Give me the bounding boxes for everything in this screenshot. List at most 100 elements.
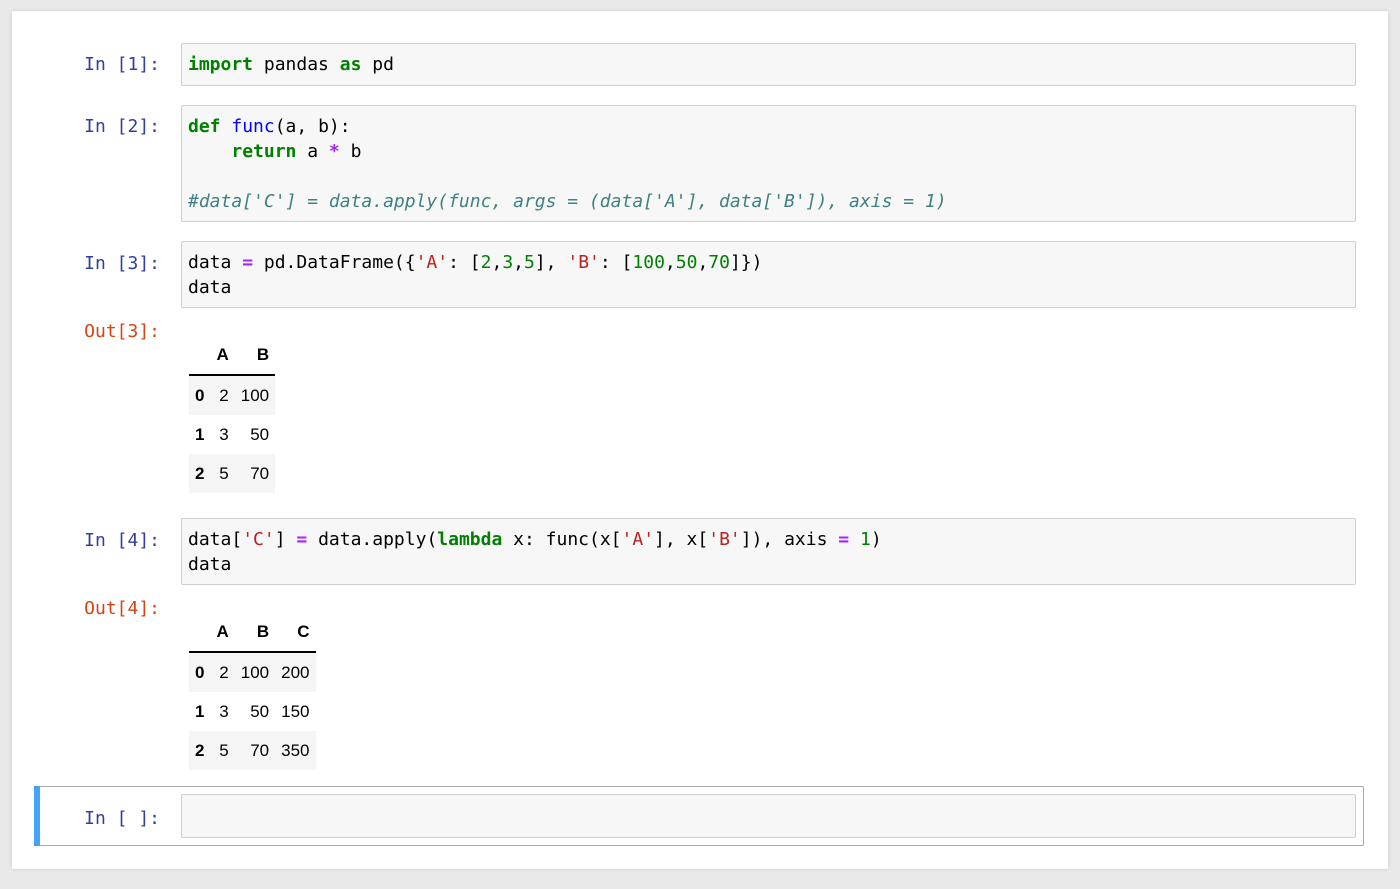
code-token: (a, b): bbox=[274, 116, 351, 137]
string-token: 'A' bbox=[621, 529, 655, 550]
code-cell-2[interactable]: def func(a, b): return a * b #data['C'] =… bbox=[181, 105, 1356, 222]
table-cell: 100 bbox=[240, 662, 270, 682]
dataframe-output: AB 0 2 100 1 3 50 2 5 70 bbox=[189, 335, 276, 493]
keyword-token: lambda bbox=[437, 529, 503, 550]
table-cell: 100 bbox=[240, 385, 270, 405]
code-cell-1[interactable]: import pandas as pd bbox=[181, 43, 1356, 86]
operator-token: = bbox=[838, 529, 850, 550]
code-cell-4[interactable]: data['C'] = data.apply(lambda x: func(x[… bbox=[181, 518, 1356, 585]
table-cell: 70 bbox=[250, 463, 270, 483]
comment-token: #data['C'] = data.apply(func, args = (da… bbox=[188, 191, 947, 212]
code-token: , bbox=[664, 252, 676, 273]
column-header: A bbox=[210, 612, 235, 653]
notebook-page: In [1]: import pandas as pd In [2]: def … bbox=[12, 11, 1388, 869]
input-prompt: In [ ]: bbox=[84, 808, 160, 829]
table-cell: 2 bbox=[219, 385, 229, 405]
table-row: 0 2 100 bbox=[189, 375, 276, 415]
table-row: 1 3 50 150 bbox=[189, 692, 316, 731]
code-token: b bbox=[339, 141, 362, 162]
code-token: data.apply( bbox=[307, 529, 438, 550]
code-token: data[ bbox=[188, 529, 243, 550]
code-line: def func(a, b): bbox=[188, 114, 1349, 139]
operator-token: = bbox=[242, 252, 254, 273]
code-token: a bbox=[296, 141, 329, 162]
code-token: pandas bbox=[253, 54, 340, 75]
number-token: 3 bbox=[502, 252, 514, 273]
number-token: 100 bbox=[632, 252, 665, 273]
code-token: : [ bbox=[599, 252, 633, 273]
table-cell: 50 bbox=[250, 701, 270, 721]
index-header bbox=[189, 612, 211, 653]
column-header: B bbox=[234, 335, 276, 376]
row-index: 2 bbox=[195, 740, 205, 760]
number-token: 1 bbox=[859, 529, 871, 550]
code-token: pd.DataFrame({ bbox=[253, 252, 416, 273]
code-cell-empty[interactable] bbox=[181, 794, 1356, 838]
input-prompt: In [3]: bbox=[84, 253, 160, 274]
code-token: ]}) bbox=[729, 252, 763, 273]
code-token: x: func(x[ bbox=[502, 529, 622, 550]
column-header: A bbox=[210, 335, 235, 376]
table-cell: 70 bbox=[250, 740, 270, 760]
output-prompt: Out[4]: bbox=[84, 598, 160, 619]
number-token: 50 bbox=[675, 252, 698, 273]
string-token: 'C' bbox=[242, 529, 275, 550]
code-token: , bbox=[697, 252, 709, 273]
table-row: 2 5 70 bbox=[189, 454, 276, 493]
code-line: data bbox=[188, 275, 1349, 300]
code-cell-3[interactable]: data = pd.DataFrame({'A': [2,3,5], 'B': … bbox=[181, 241, 1356, 308]
keyword-token: return bbox=[231, 141, 297, 162]
table-cell: 200 bbox=[281, 662, 310, 682]
code-line: return a * b bbox=[188, 139, 1349, 164]
code-line: data = pd.DataFrame({'A': [2,3,5], 'B': … bbox=[188, 250, 1349, 275]
code-token: data bbox=[188, 277, 232, 298]
table-cell: 5 bbox=[219, 463, 229, 483]
code-line: import pandas as pd bbox=[188, 52, 1349, 77]
code-token: ], x[ bbox=[654, 529, 709, 550]
selected-cell-indicator bbox=[34, 786, 40, 846]
input-prompt: In [4]: bbox=[84, 530, 160, 551]
code-line: data['C'] = data.apply(lambda x: func(x[… bbox=[188, 527, 1349, 552]
code-line: #data['C'] = data.apply(func, args = (da… bbox=[188, 189, 1349, 214]
code-token: ] bbox=[274, 529, 297, 550]
table-header-row: ABC bbox=[189, 612, 316, 653]
number-token: 70 bbox=[708, 252, 730, 273]
function-name-token: func bbox=[231, 116, 275, 137]
operator-token: = bbox=[296, 529, 308, 550]
column-header: B bbox=[234, 612, 276, 653]
table-header-row: AB bbox=[189, 335, 276, 376]
number-token: 5 bbox=[524, 252, 535, 273]
table-cell: 350 bbox=[281, 740, 310, 760]
input-prompt: In [2]: bbox=[84, 116, 160, 137]
row-index: 1 bbox=[195, 701, 205, 721]
string-token: 'B' bbox=[708, 529, 741, 550]
code-token: : [ bbox=[448, 252, 481, 273]
code-token: ]), axis bbox=[740, 529, 839, 550]
string-token: 'A' bbox=[415, 252, 449, 273]
code-token: data bbox=[188, 554, 232, 575]
row-index: 0 bbox=[195, 385, 205, 405]
operator-token: * bbox=[328, 141, 340, 162]
keyword-token: def bbox=[188, 116, 221, 137]
table-row: 1 3 50 bbox=[189, 415, 275, 454]
table-cell: 3 bbox=[219, 701, 229, 721]
table-cell: 50 bbox=[250, 424, 270, 444]
index-header bbox=[189, 335, 211, 376]
table-cell: 3 bbox=[219, 424, 229, 444]
keyword-token: as bbox=[339, 54, 362, 75]
code-token: ], bbox=[534, 252, 568, 273]
code-token: pd bbox=[361, 54, 394, 75]
code-token: , bbox=[491, 252, 503, 273]
code-line: data bbox=[188, 552, 1349, 577]
input-prompt: In [1]: bbox=[84, 54, 160, 75]
row-index: 1 bbox=[195, 424, 205, 444]
code-token: ) bbox=[870, 529, 882, 550]
table-row: 0 2 100 200 bbox=[189, 652, 316, 692]
row-index: 0 bbox=[195, 662, 205, 682]
code-token: data bbox=[188, 252, 243, 273]
row-index: 2 bbox=[195, 463, 205, 483]
